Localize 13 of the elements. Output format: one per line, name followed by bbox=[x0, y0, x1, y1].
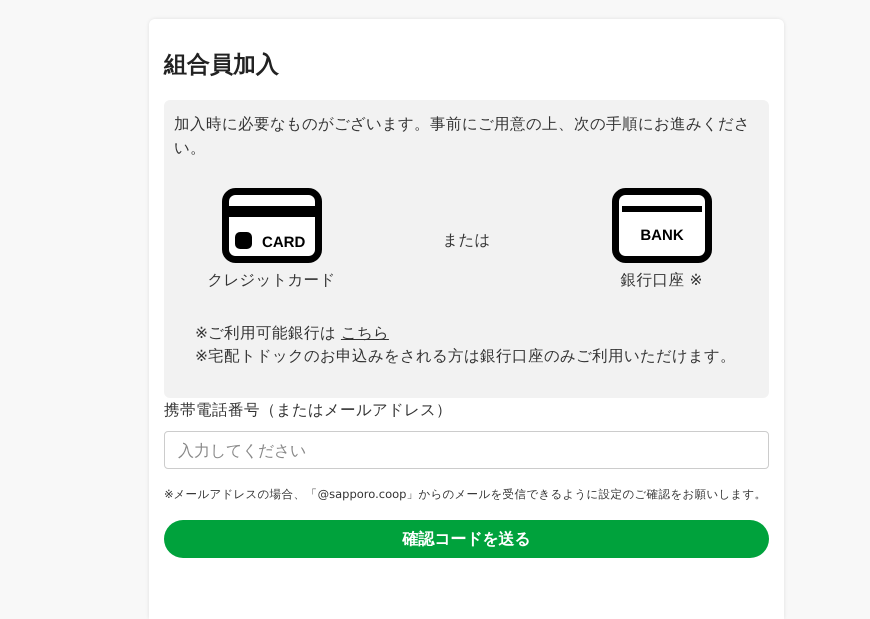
phone-input-field[interactable]: 入力してください bbox=[164, 431, 769, 469]
note-text: ※ご利用可能銀行は こちら bbox=[195, 323, 390, 344]
payment-option-label: 銀行口座 ※ bbox=[620, 270, 702, 291]
credit-card-icon: CARD bbox=[222, 188, 322, 263]
intro-text: 加入時に必要なものがございます。事前にご用意の上、次の手順にお進みください。 bbox=[174, 114, 751, 159]
payment-option-label: クレジットカード bbox=[208, 270, 336, 291]
bank-card-icon: BANK bbox=[612, 188, 712, 263]
bank-list-link[interactable]: こちら bbox=[340, 324, 389, 342]
email-hint-text: ※メールアドレスの場合、「@sapporo.coop」からのメールを受信できるように設定のご確認をお願いします。 bbox=[164, 486, 768, 503]
field-label: 携帯電話番号（またはメールアドレス） bbox=[164, 400, 453, 421]
note-text: ※宅配トドックのお申込みをされる方は銀行口座のみご利用いただけます。 bbox=[195, 346, 737, 367]
page-title: 組合員加入 bbox=[164, 51, 280, 80]
or-text: または bbox=[442, 230, 490, 251]
